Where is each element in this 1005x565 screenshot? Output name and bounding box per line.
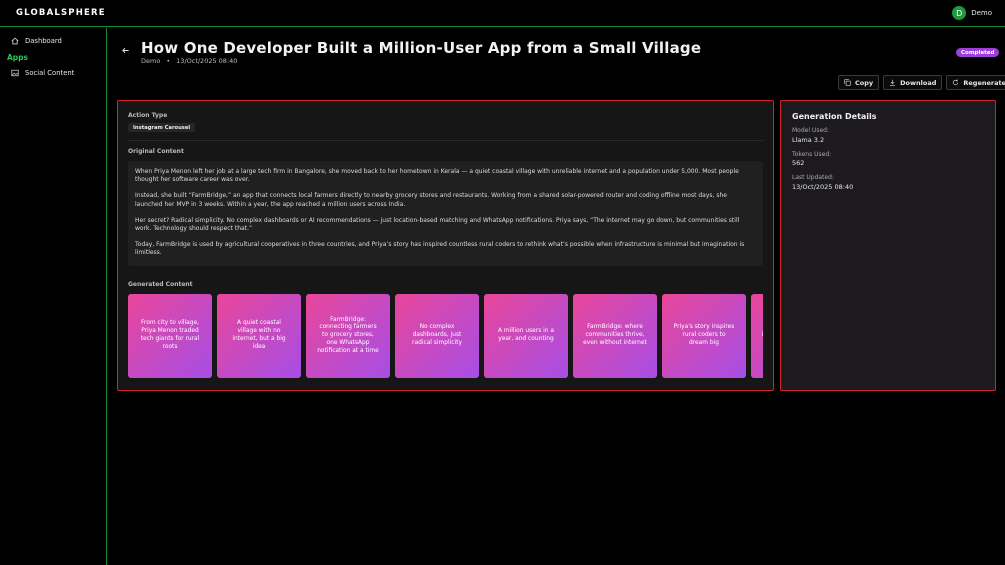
sidebar: Dashboard Apps Social Content — [0, 28, 107, 565]
arrow-left-icon — [122, 47, 129, 54]
image-icon — [11, 69, 19, 77]
copy-label: Copy — [855, 78, 874, 87]
status-badge: Completed — [956, 48, 1000, 57]
divider — [128, 140, 763, 141]
app-logo[interactable]: GLOBALSPHERE — [16, 8, 106, 18]
generated-content-label: Generated Content — [128, 281, 193, 288]
carousel-slide[interactable]: Priya's story inspires rural coders to d… — [662, 294, 746, 378]
sidebar-item-social-content[interactable]: Social Content — [11, 69, 74, 77]
sidebar-section-apps: Apps — [7, 53, 29, 62]
generation-details-panel: Generation Details Model Used: Llama 3.2… — [780, 100, 996, 391]
tokens-value: 562 — [792, 159, 805, 167]
action-toolbar: Copy Download Regenerate — [838, 75, 1005, 90]
carousel-slide[interactable]: A quiet coastal village with no internet… — [217, 294, 301, 378]
copy-button[interactable]: Copy — [838, 75, 880, 90]
refresh-icon — [953, 79, 959, 86]
original-content-label: Original Content — [128, 148, 184, 155]
original-paragraph: Instead, she built “FarmBridge,” an app … — [135, 192, 727, 208]
download-label: Download — [900, 78, 937, 87]
original-content-box: When Priya Menon left her job at a large… — [128, 161, 763, 266]
back-button[interactable] — [121, 46, 131, 56]
carousel-slide[interactable]: FarmBridge: where communities thrive, ev… — [573, 294, 657, 378]
sidebar-item-label: Social Content — [25, 69, 75, 77]
top-bar: GLOBALSPHERE D Demo — [0, 0, 1005, 27]
carousel-slide[interactable]: No complex dashboards, just radical simp… — [395, 294, 479, 378]
updated-label: Last Updated: — [792, 174, 834, 181]
details-title: Generation Details — [792, 112, 877, 121]
carousel-slide[interactable]: A million users in a year, and counting — [484, 294, 568, 378]
updated-value: 13/Oct/2025 08:40 — [792, 183, 854, 191]
carousel-slide[interactable]: Limitless imagination, minimal infrastru… — [751, 294, 763, 378]
original-paragraph: Today, FarmBridge is used by agricultura… — [135, 241, 745, 257]
sidebar-item-dashboard[interactable]: Dashboard — [11, 37, 62, 45]
carousel-slide[interactable]: From city to village, Priya Menon traded… — [128, 294, 212, 378]
created-date: 13/Oct/2025 08:40 — [176, 57, 238, 65]
carousel-slides[interactable]: From city to village, Priya Menon traded… — [128, 294, 763, 378]
avatar[interactable]: D — [952, 6, 967, 20]
model-label: Model Used: — [792, 127, 829, 134]
sidebar-item-label: Dashboard — [25, 37, 62, 45]
download-icon — [890, 79, 896, 86]
download-button[interactable]: Download — [883, 75, 943, 90]
tokens-label: Tokens Used: — [792, 151, 832, 158]
page-title: How One Developer Built a Million-User A… — [141, 39, 702, 57]
copy-icon — [844, 79, 851, 86]
user-name[interactable]: Demo — [971, 9, 992, 17]
regenerate-button[interactable]: Regenerate — [946, 75, 1005, 90]
home-icon — [11, 37, 19, 45]
action-type-label: Action Type — [128, 112, 168, 119]
author-name: Demo — [141, 57, 161, 65]
meta-separator: • — [166, 57, 171, 65]
original-paragraph: When Priya Menon left her job at a large… — [135, 168, 739, 184]
user-menu[interactable]: D Demo — [952, 6, 992, 20]
model-value: Llama 3.2 — [792, 136, 825, 144]
regenerate-label: Regenerate — [963, 78, 1005, 87]
page-meta: Demo • 13/Oct/2025 08:40 — [141, 57, 237, 65]
action-type-chip: Instagram Carousel — [128, 123, 196, 132]
content-panel: Action Type Instagram Carousel Original … — [117, 100, 774, 391]
original-paragraph: Her secret? Radical simplicity. No compl… — [135, 216, 740, 233]
carousel-slide[interactable]: FarmBridge: connecting farmers to grocer… — [306, 294, 390, 378]
